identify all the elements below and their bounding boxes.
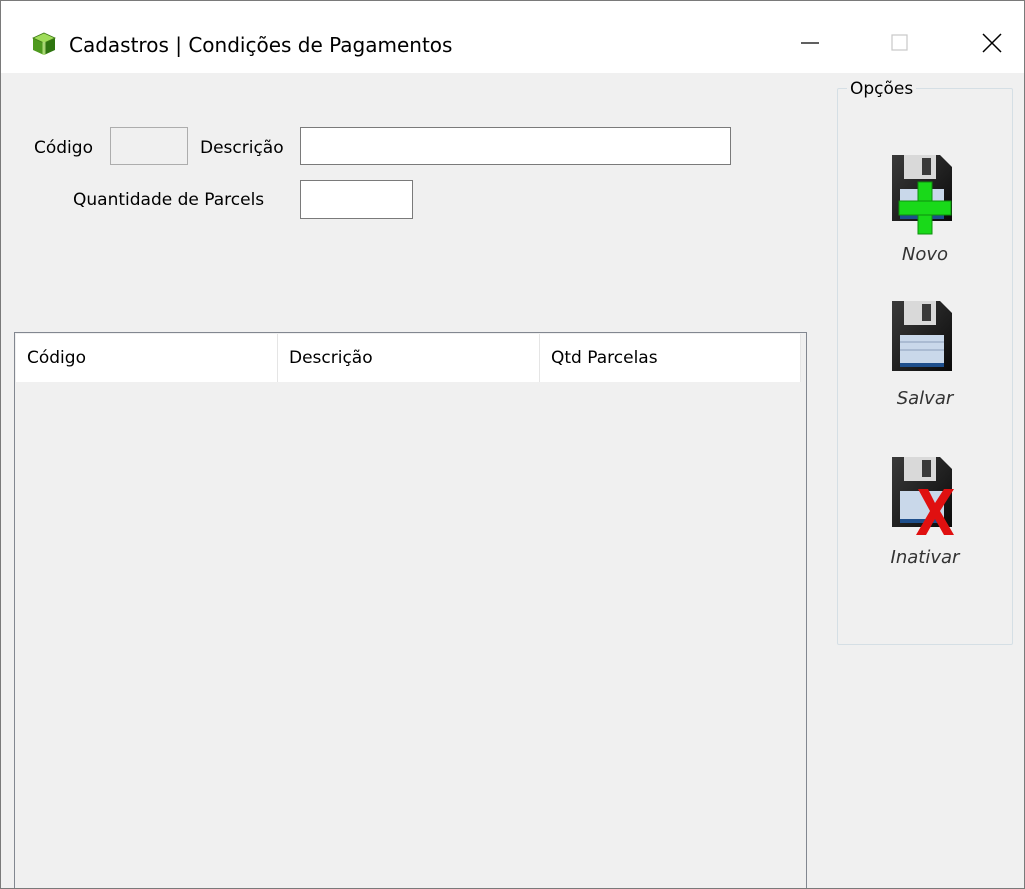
- descricao-field[interactable]: [300, 127, 731, 165]
- close-icon: [981, 32, 1003, 59]
- novo-label: Novo: [901, 244, 949, 265]
- minimize-icon: [800, 33, 820, 58]
- grid-header: Código Descrição Qtd Parcelas: [16, 334, 801, 382]
- inativar-label: Inativar: [890, 547, 960, 568]
- inativar-button[interactable]: Inativar: [870, 451, 980, 575]
- column-header-descricao[interactable]: Descrição: [278, 334, 540, 382]
- column-header-label: Código: [27, 348, 86, 368]
- column-header-qtd-parcelas[interactable]: Qtd Parcelas: [540, 334, 801, 382]
- codigo-field: [110, 127, 188, 165]
- column-header-label: Descrição: [289, 348, 373, 368]
- floppy-disk-plus-icon: [870, 149, 980, 254]
- close-button[interactable]: [962, 19, 1022, 71]
- column-header-codigo[interactable]: Código: [16, 334, 278, 382]
- descricao-label: Descrição: [200, 138, 284, 158]
- green-cube-icon: [31, 31, 57, 57]
- minimize-button[interactable]: [780, 19, 840, 71]
- options-legend: Opções: [847, 77, 917, 101]
- salvar-label: Salvar: [896, 388, 954, 409]
- salvar-button[interactable]: Salvar: [870, 295, 980, 419]
- column-header-label: Qtd Parcelas: [551, 348, 658, 368]
- parcelas-label: Quantidade de Parcels: [73, 190, 265, 210]
- quantidade-parcelas-field[interactable]: [300, 180, 413, 219]
- window-title: Cadastros | Condições de Pagamentos: [69, 33, 453, 57]
- floppy-disk-x-icon: [870, 451, 980, 556]
- form-area: Código Descrição Quantidade de Parcels C…: [1, 73, 1024, 888]
- condicoes-grid[interactable]: Código Descrição Qtd Parcelas: [14, 332, 807, 888]
- floppy-disk-icon: [870, 295, 980, 400]
- maximize-button[interactable]: [870, 19, 930, 71]
- title-bar[interactable]: Cadastros | Condições de Pagamentos: [1, 1, 1024, 73]
- codigo-label: Código: [34, 138, 93, 158]
- app-window: Cadastros | Condições de Pagamentos Códi…: [0, 0, 1025, 889]
- novo-button[interactable]: Novo: [870, 149, 980, 273]
- maximize-icon: [890, 33, 910, 58]
